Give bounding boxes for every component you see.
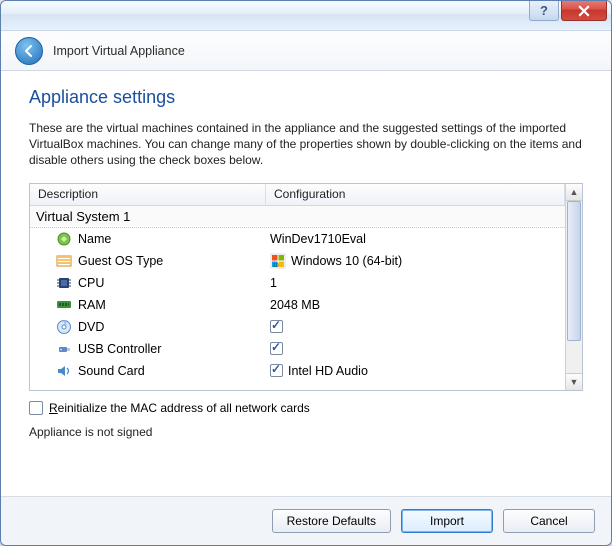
row-configuration: 2048 MB — [270, 298, 320, 312]
ram-icon — [56, 297, 72, 313]
titlebar: ? — [1, 1, 611, 31]
row-description: Name — [78, 232, 111, 246]
row-checkbox[interactable] — [270, 342, 283, 355]
row-description: CPU — [78, 276, 104, 290]
column-headers: Description Configuration — [30, 184, 565, 206]
arrow-left-icon — [22, 44, 36, 58]
settings-table: Description Configuration Virtual System… — [29, 183, 583, 391]
row-description: USB Controller — [78, 342, 161, 356]
scroll-up-button[interactable]: ▲ — [566, 184, 582, 201]
group-row[interactable]: Virtual System 1 — [30, 206, 565, 228]
close-icon — [578, 5, 590, 17]
cpu-icon — [56, 275, 72, 291]
import-button[interactable]: Import — [401, 509, 493, 533]
wizard-title: Import Virtual Appliance — [53, 44, 185, 58]
cancel-button[interactable]: Cancel — [503, 509, 595, 533]
restore-defaults-button[interactable]: Restore Defaults — [272, 509, 391, 533]
row-checkbox[interactable] — [270, 320, 283, 333]
scroll-thumb[interactable] — [567, 201, 581, 341]
wizard-header: Import Virtual Appliance — [1, 31, 611, 71]
dialog-footer: Restore Defaults Import Cancel — [1, 496, 611, 545]
table-row[interactable]: Guest OS Type 10 Windows 10 (64-bit) — [30, 250, 565, 272]
vertical-scrollbar[interactable]: ▲ ▼ — [565, 184, 582, 390]
dialog-window: ? Import Virtual Appliance Appliance set… — [0, 0, 612, 546]
scroll-track[interactable] — [566, 201, 582, 373]
table-row[interactable]: CPU 1 — [30, 272, 565, 294]
column-configuration[interactable]: Configuration — [266, 184, 565, 205]
row-description: RAM — [78, 298, 106, 312]
mac-reinit-label: Reinitialize the MAC address of all netw… — [49, 401, 310, 415]
close-button[interactable] — [561, 1, 607, 21]
back-button[interactable] — [15, 37, 43, 65]
row-description: Sound Card — [78, 364, 145, 378]
row-description: Guest OS Type — [78, 254, 163, 268]
table-row[interactable]: Sound Card Intel HD Audio — [30, 360, 565, 382]
row-configuration: Intel HD Audio — [288, 364, 368, 378]
table-row[interactable]: USB Controller — [30, 338, 565, 360]
table-row[interactable]: DVD — [30, 316, 565, 338]
help-icon: ? — [540, 3, 548, 18]
row-configuration: Windows 10 (64-bit) — [291, 254, 402, 268]
mac-reinit-row[interactable]: Reinitialize the MAC address of all netw… — [29, 401, 583, 415]
table-row[interactable]: RAM 2048 MB — [30, 294, 565, 316]
name-icon — [56, 231, 72, 247]
windows-icon: 10 — [270, 253, 286, 269]
dvd-icon — [56, 319, 72, 335]
content-area: Appliance settings These are the virtual… — [1, 71, 611, 496]
svg-text:10: 10 — [273, 263, 279, 269]
table-row[interactable]: Name WinDev1710Eval — [30, 228, 565, 250]
usb-icon — [56, 341, 72, 357]
row-checkbox[interactable] — [270, 364, 283, 377]
os-icon — [56, 253, 72, 269]
row-description: DVD — [78, 320, 104, 334]
mac-reinit-checkbox[interactable] — [29, 401, 43, 415]
row-configuration: 1 — [270, 276, 277, 290]
sound-icon — [56, 363, 72, 379]
intro-text: These are the virtual machines contained… — [29, 120, 583, 169]
signature-note: Appliance is not signed — [29, 425, 583, 439]
scroll-down-button[interactable]: ▼ — [566, 373, 582, 390]
column-description[interactable]: Description — [30, 184, 266, 205]
help-button[interactable]: ? — [529, 1, 559, 21]
section-title: Appliance settings — [29, 87, 583, 108]
row-configuration: WinDev1710Eval — [270, 232, 366, 246]
